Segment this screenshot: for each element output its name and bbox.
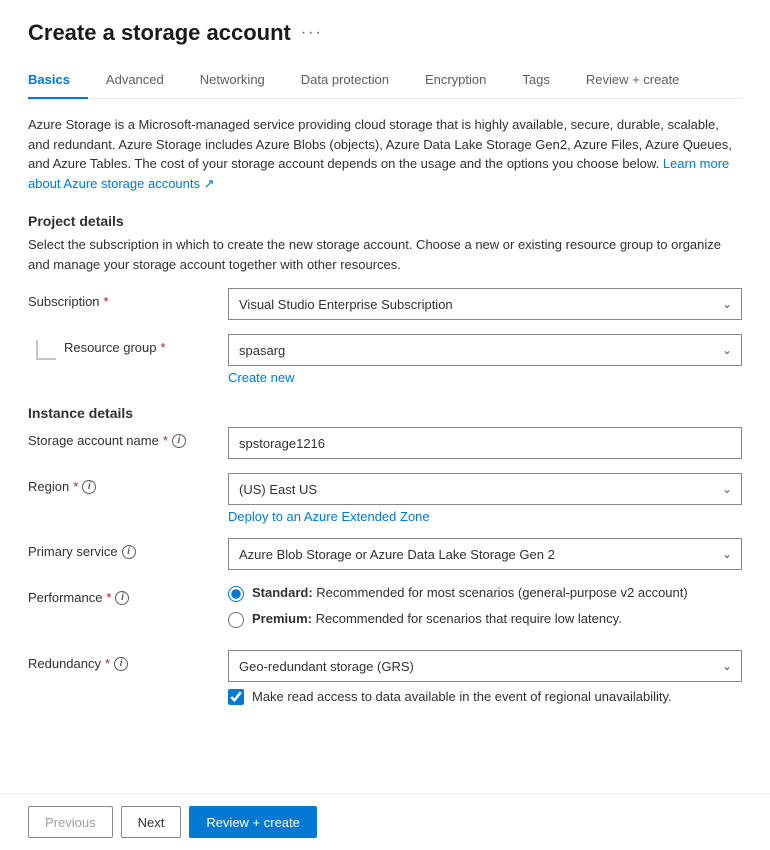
performance-label: Performance * i — [28, 584, 228, 605]
performance-premium-item: Premium: Recommended for scenarios that … — [228, 610, 742, 628]
subscription-control: Visual Studio Enterprise Subscription ⌄ — [228, 288, 742, 320]
subscription-select[interactable]: Visual Studio Enterprise Subscription — [228, 288, 742, 320]
performance-premium-label: Premium: Recommended for scenarios that … — [252, 610, 622, 628]
primary-service-label: Primary service i — [28, 538, 228, 559]
page-title: Create a storage account — [28, 20, 291, 46]
primary-service-info-icon[interactable]: i — [122, 545, 136, 559]
redundancy-row: Redundancy * i Geo-redundant storage (GR… — [28, 650, 742, 706]
read-access-row: Make read access to data available in th… — [228, 688, 742, 706]
storage-account-name-control — [228, 427, 742, 459]
resource-group-label: Resource group * — [64, 334, 228, 355]
indent-line — [36, 340, 56, 360]
redundancy-control: Geo-redundant storage (GRS) ⌄ Make read … — [228, 650, 742, 706]
region-row: Region * i (US) East US ⌄ Deploy to an A… — [28, 473, 742, 524]
read-access-label: Make read access to data available in th… — [252, 688, 672, 706]
redundancy-required: * — [105, 656, 110, 671]
subscription-row: Subscription * Visual Studio Enterprise … — [28, 288, 742, 320]
tab-advanced[interactable]: Advanced — [88, 62, 182, 99]
performance-radio-group: Standard: Recommended for most scenarios… — [228, 584, 742, 636]
region-select[interactable]: (US) East US — [228, 473, 742, 505]
review-create-button[interactable]: Review + create — [189, 806, 317, 838]
storage-account-name-label: Storage account name * i — [28, 427, 228, 448]
resource-group-row: Resource group * spasarg ⌄ Create new — [28, 334, 742, 385]
tab-networking[interactable]: Networking — [182, 62, 283, 99]
primary-service-select[interactable]: Azure Blob Storage or Azure Data Lake St… — [228, 538, 742, 570]
tab-bar: Basics Advanced Networking Data protecti… — [28, 62, 742, 99]
region-required: * — [73, 479, 78, 494]
storage-account-name-row: Storage account name * i — [28, 427, 742, 459]
ellipsis-menu-icon[interactable]: ··· — [301, 24, 323, 42]
performance-required: * — [106, 590, 111, 605]
page-description: Azure Storage is a Microsoft-managed ser… — [28, 115, 742, 193]
footer: Previous Next Review + create — [0, 793, 770, 850]
subscription-required: * — [104, 294, 109, 309]
resource-group-select[interactable]: spasarg — [228, 334, 742, 366]
redundancy-info-icon[interactable]: i — [114, 657, 128, 671]
tab-basics[interactable]: Basics — [28, 62, 88, 99]
tab-encryption[interactable]: Encryption — [407, 62, 504, 99]
storage-name-required: * — [163, 433, 168, 448]
region-info-icon[interactable]: i — [82, 480, 96, 494]
storage-name-info-icon[interactable]: i — [172, 434, 186, 448]
create-new-link[interactable]: Create new — [228, 370, 294, 385]
performance-standard-radio[interactable] — [228, 586, 244, 602]
performance-premium-radio[interactable] — [228, 612, 244, 628]
next-button[interactable]: Next — [121, 806, 182, 838]
instance-details-title: Instance details — [28, 405, 742, 421]
subscription-label: Subscription * — [28, 288, 228, 309]
performance-row: Performance * i Standard: Recommended fo… — [28, 584, 742, 636]
primary-service-row: Primary service i Azure Blob Storage or … — [28, 538, 742, 570]
performance-standard-label: Standard: Recommended for most scenarios… — [252, 584, 688, 602]
performance-standard-item: Standard: Recommended for most scenarios… — [228, 584, 742, 602]
previous-button[interactable]: Previous — [28, 806, 113, 838]
read-access-checkbox[interactable] — [228, 689, 244, 705]
deploy-link[interactable]: Deploy to an Azure Extended Zone — [228, 509, 430, 524]
tab-data-protection[interactable]: Data protection — [283, 62, 407, 99]
redundancy-label: Redundancy * i — [28, 650, 228, 671]
tab-tags[interactable]: Tags — [504, 62, 567, 99]
project-details-description: Select the subscription in which to crea… — [28, 235, 742, 274]
region-label: Region * i — [28, 473, 228, 494]
tab-review-create[interactable]: Review + create — [568, 62, 698, 99]
region-control: (US) East US ⌄ Deploy to an Azure Extend… — [228, 473, 742, 524]
resource-group-control: spasarg ⌄ Create new — [228, 334, 742, 385]
resource-group-required: * — [161, 340, 166, 355]
primary-service-control: Azure Blob Storage or Azure Data Lake St… — [228, 538, 742, 570]
redundancy-select[interactable]: Geo-redundant storage (GRS) — [228, 650, 742, 682]
storage-account-name-input[interactable] — [228, 427, 742, 459]
project-details-title: Project details — [28, 213, 742, 229]
performance-info-icon[interactable]: i — [115, 591, 129, 605]
